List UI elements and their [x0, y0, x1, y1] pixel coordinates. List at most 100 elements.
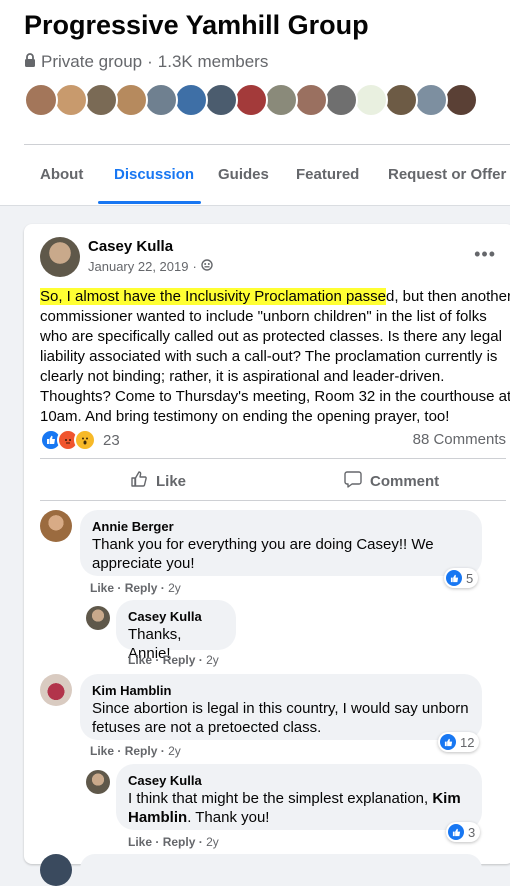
comment-actions: Like · Reply · 2y [128, 835, 219, 849]
reaction-number: 5 [466, 570, 474, 586]
reaction-number: 3 [468, 824, 476, 840]
comment-reaction-count[interactable]: 12 [438, 732, 480, 752]
reaction-summary[interactable]: 23 [40, 429, 120, 451]
reaction-count: 23 [103, 431, 120, 449]
highlighted-text: So, I almost have the Inclusivity Procla… [40, 288, 386, 305]
commenter-name[interactable]: Casey Kulla [128, 772, 470, 789]
tab-guides[interactable]: Guides [218, 166, 269, 183]
like-reaction-icon [446, 570, 462, 586]
group-meta: Private group · 1.3K members [24, 52, 268, 72]
member-avatar[interactable] [234, 83, 268, 117]
comment-reply-link[interactable]: Reply [163, 835, 196, 849]
comment-actions: Like · Reply · 2y [90, 744, 181, 758]
comment-text: Thank you for everything you are doing C… [92, 536, 434, 572]
member-avatar[interactable] [264, 83, 298, 117]
member-avatar[interactable] [24, 83, 58, 117]
comment-actions: Like · Reply · 2y [128, 653, 219, 667]
reaction-number: 12 [460, 734, 475, 750]
sep: · [155, 835, 160, 849]
member-avatar[interactable] [84, 83, 118, 117]
tab-featured[interactable]: Featured [296, 166, 359, 183]
sep: · [160, 744, 165, 758]
commenter-name[interactable]: Casey Kulla [128, 608, 224, 625]
post-date[interactable]: January 22, 2019 [88, 259, 188, 274]
like-label: Like [156, 472, 187, 490]
member-avatar[interactable] [444, 83, 478, 117]
comment-reaction-count[interactable]: 5 [444, 568, 479, 588]
avatar[interactable] [86, 606, 110, 630]
sep: · [198, 653, 203, 667]
comment-actions: Like · Reply · 2y [90, 581, 181, 595]
comment-text-part: . Thank you! [187, 809, 270, 826]
post-text: d, but then another commissioner wanted … [40, 288, 510, 425]
comments-count[interactable]: 88 Comments [413, 431, 506, 448]
comment-reaction-count[interactable]: 3 [446, 822, 481, 842]
thumbs-up-icon [130, 470, 148, 492]
like-button[interactable]: Like [130, 470, 186, 492]
like-reaction-icon [440, 734, 456, 750]
comment-age[interactable]: 2y [206, 653, 219, 667]
tab-request-or-offer[interactable]: Request or Offer H [388, 166, 510, 183]
wow-reaction-icon [74, 429, 96, 451]
lock-icon [24, 52, 36, 72]
tab-about[interactable]: About [40, 166, 83, 183]
member-avatar[interactable] [204, 83, 238, 117]
tab-discussion[interactable]: Discussion [114, 166, 194, 183]
member-avatar[interactable] [384, 83, 418, 117]
sep: · [160, 581, 165, 595]
comment-bubble: Casey Kulla Thanks, Annie! [116, 600, 236, 662]
group-audience-icon [201, 259, 213, 274]
commenter-name[interactable]: Annie Berger [92, 518, 470, 535]
avatar[interactable] [86, 770, 110, 794]
group-header: Progressive Yamhill Group Private group … [0, 0, 510, 206]
post-body: So, I almost have the Inclusivity Procla… [40, 287, 510, 427]
comment-reply-link[interactable]: Reply [125, 744, 158, 758]
comment-like-link[interactable]: Like [128, 653, 152, 667]
sep: · [117, 744, 122, 758]
post-card: Casey Kulla January 22, 2019 · ••• So, I… [24, 224, 510, 886]
member-avatar[interactable] [54, 83, 88, 117]
comment-reply-link[interactable]: Reply [163, 653, 196, 667]
member-avatar[interactable] [414, 83, 448, 117]
comment-age[interactable]: 2y [168, 581, 181, 595]
meta-separator: · [147, 52, 153, 71]
comment-icon [344, 470, 362, 492]
privacy-label: Private group [41, 52, 143, 71]
member-avatar[interactable] [294, 83, 328, 117]
avatar[interactable] [40, 674, 72, 706]
member-avatar[interactable] [144, 83, 178, 117]
member-avatar[interactable] [324, 83, 358, 117]
comment-age[interactable]: 2y [168, 744, 181, 758]
member-avatar[interactable] [114, 83, 148, 117]
post-date-row: January 22, 2019 · [88, 259, 213, 274]
header-divider [0, 205, 510, 206]
member-count[interactable]: 1.3K members [158, 52, 269, 72]
group-title[interactable]: Progressive Yamhill Group [24, 10, 369, 41]
post-author[interactable]: Casey Kulla [88, 238, 173, 255]
date-separator: · [192, 259, 197, 274]
comment-like-link[interactable]: Like [128, 835, 152, 849]
comment-like-link[interactable]: Like [90, 744, 114, 758]
comment-button[interactable]: Comment [344, 470, 439, 492]
commenter-name[interactable]: Kim Hamblin [92, 682, 470, 699]
member-avatar[interactable] [174, 83, 208, 117]
comment-age[interactable]: 2y [206, 835, 219, 849]
member-avatar[interactable] [354, 83, 388, 117]
divider [40, 458, 506, 459]
avatar[interactable] [40, 237, 80, 277]
sep: · [155, 653, 160, 667]
comment-like-link[interactable]: Like [90, 581, 114, 595]
comment-text: Since abortion is legal in this country,… [92, 700, 469, 736]
comment-text-part: I think that might be the simplest expla… [128, 790, 433, 807]
more-options-icon[interactable]: ••• [474, 244, 496, 265]
like-reaction-icon [448, 824, 464, 840]
divider [40, 500, 506, 501]
sep: · [117, 581, 122, 595]
comment-bubble: Kim Hamblin Since abortion is legal in t… [80, 674, 482, 740]
comment-bubble: Casey Kulla I think that might be the si… [116, 764, 482, 830]
comment-text: I think that might be the simplest expla… [128, 789, 470, 827]
comment-label: Comment [370, 472, 440, 490]
comment-reply-link[interactable]: Reply [125, 581, 158, 595]
tabs-divider [24, 144, 510, 145]
avatar[interactable] [40, 510, 72, 542]
